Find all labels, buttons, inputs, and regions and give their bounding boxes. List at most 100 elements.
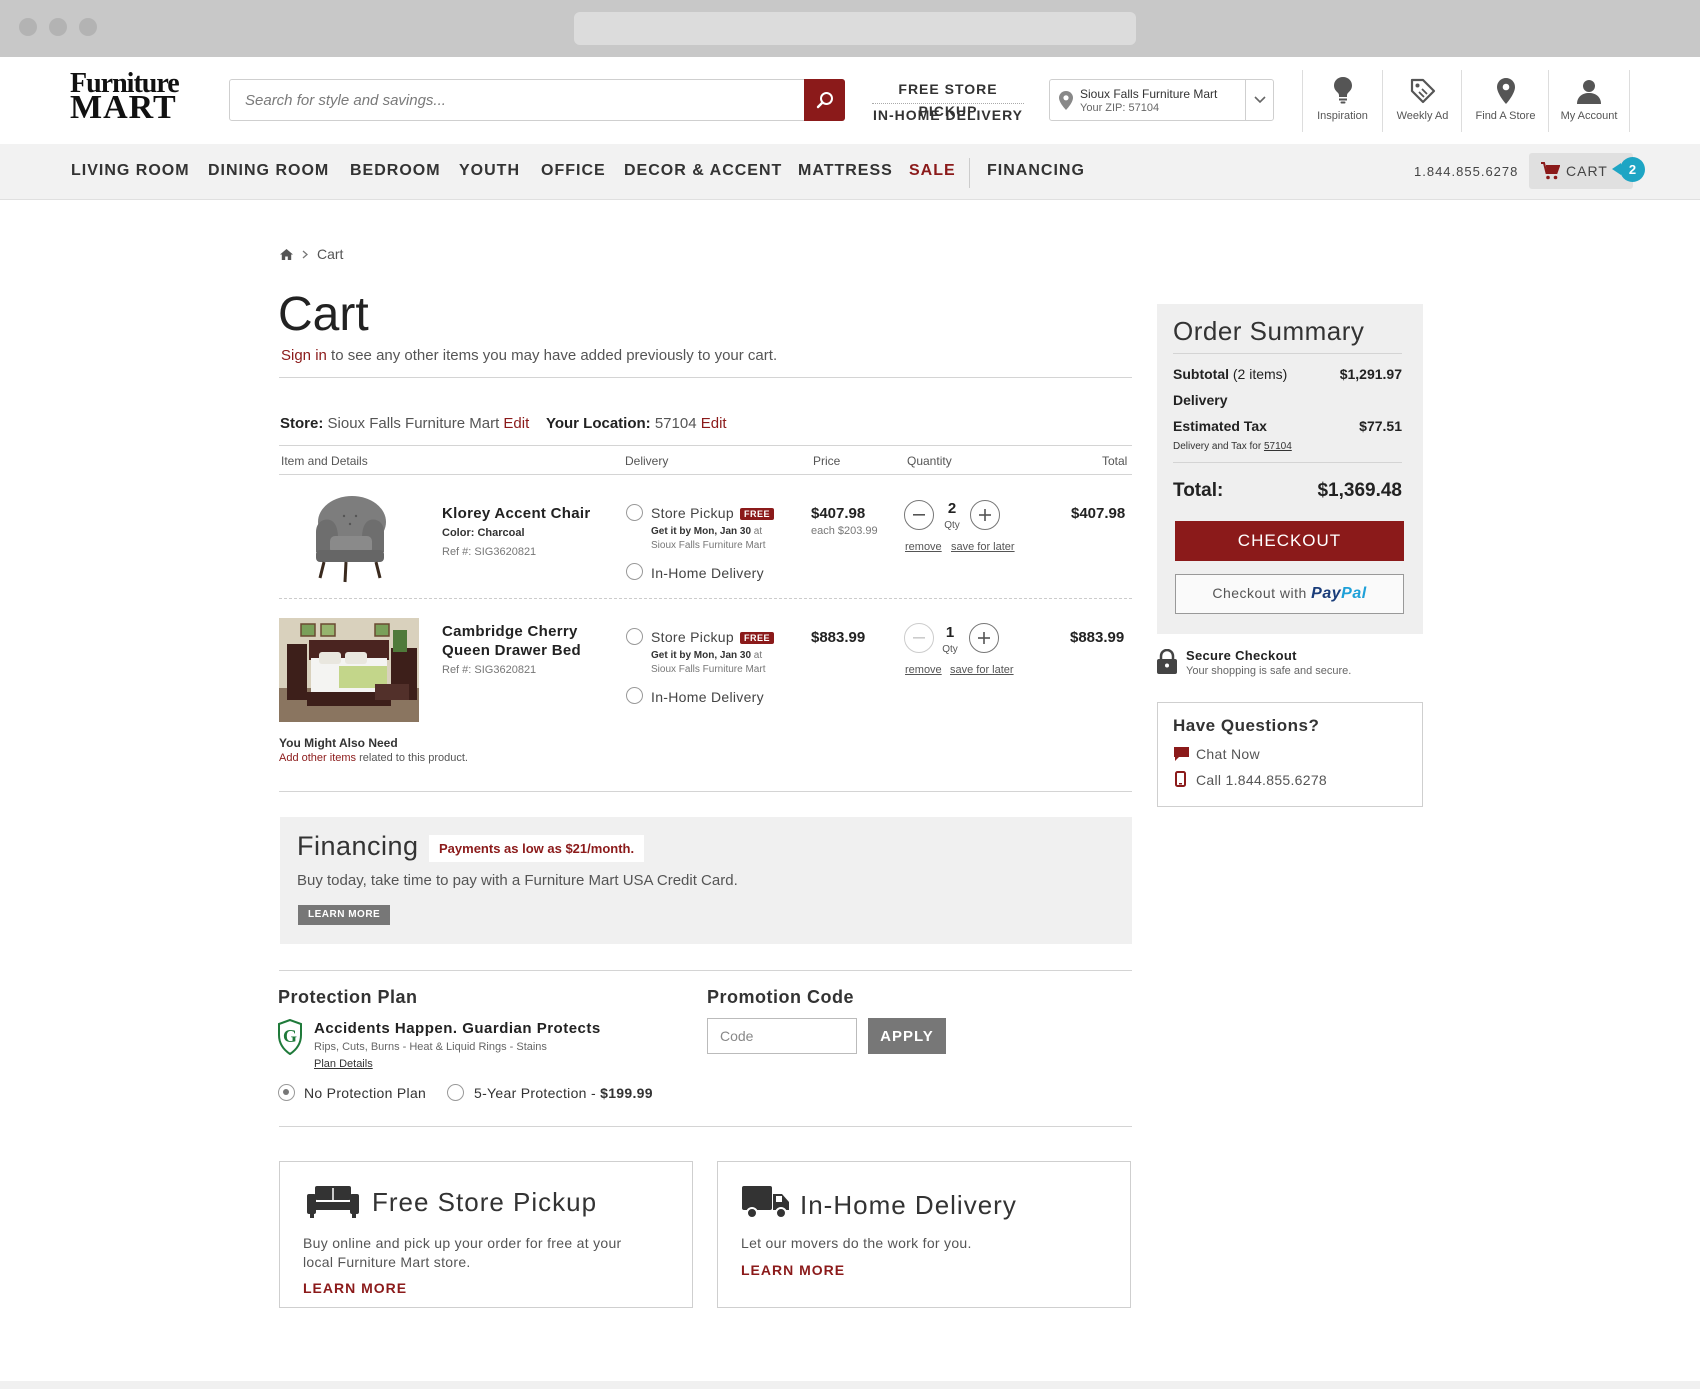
- col-header-total: Total: [1102, 454, 1128, 468]
- add-other-items-link[interactable]: Add other items: [279, 752, 356, 764]
- utility-find-store[interactable]: Find A Store: [1461, 70, 1549, 132]
- divider: [1173, 353, 1402, 354]
- qty-label: Qty: [944, 520, 960, 531]
- nav-youth[interactable]: YOUTH: [459, 162, 520, 180]
- window-minimize-dot[interactable]: [49, 18, 67, 36]
- promo-code-input[interactable]: [707, 1018, 857, 1054]
- also-need-text: Add other items related to this product.: [279, 752, 468, 764]
- call-link[interactable]: Call 1.844.855.6278: [1196, 772, 1327, 788]
- nav-divider: [969, 158, 970, 188]
- search-input[interactable]: [230, 80, 805, 120]
- in-home-delivery-learn-more[interactable]: LEARN MORE: [741, 1262, 845, 1278]
- chevron-down-icon: [1253, 96, 1266, 104]
- product-name[interactable]: Cambridge Cherry Queen Drawer Bed: [442, 622, 581, 660]
- qty-value[interactable]: 2: [940, 500, 964, 517]
- protection-headline: Accidents Happen. Guardian Protects: [314, 1020, 601, 1037]
- nav-financing[interactable]: FINANCING: [987, 162, 1085, 180]
- free-store-pickup-desc: Buy online and pick up your order for fr…: [303, 1235, 622, 1270]
- home-delivery-radio[interactable]: [626, 563, 643, 580]
- save-for-later-link[interactable]: save for later: [950, 664, 1014, 676]
- browser-chrome: [0, 0, 1700, 57]
- store-pickup-option: Store Pickup FREE: [651, 505, 774, 521]
- plus-icon: [978, 632, 990, 644]
- plan-details-link[interactable]: Plan Details: [314, 1058, 373, 1070]
- utility-my-account[interactable]: My Account: [1548, 70, 1630, 132]
- lock-icon: [1157, 649, 1177, 674]
- selected-zip: 57104: [654, 415, 697, 432]
- paypal-checkout-button[interactable]: Checkout with PayPal: [1175, 574, 1404, 614]
- nav-sale[interactable]: SALE: [909, 162, 956, 180]
- financing-offer-badge: Payments as low as $21/month.: [429, 835, 645, 862]
- edit-store-link[interactable]: Edit: [503, 415, 529, 432]
- financing-learn-more-button[interactable]: LEARN MORE: [298, 905, 391, 925]
- site-logo[interactable]: Furniture MART: [70, 70, 202, 125]
- save-for-later-link[interactable]: save for later: [951, 541, 1015, 553]
- item-price: $407.98: [811, 505, 866, 522]
- lightbulb-icon: [1333, 77, 1352, 104]
- free-store-pickup-title: Free Store Pickup: [372, 1187, 598, 1217]
- address-bar[interactable]: [574, 12, 1136, 45]
- tag-icon: [1410, 78, 1435, 104]
- in-home-delivery-link[interactable]: IN-HOME DELIVERY: [872, 104, 1024, 130]
- delivery-truck-icon: [742, 1186, 789, 1219]
- apply-promo-button[interactable]: APPLY: [868, 1018, 946, 1054]
- store-selector[interactable]: Sioux Falls Furniture Mart Your ZIP: 571…: [1049, 79, 1274, 121]
- protection-plan-title: Protection Plan: [278, 987, 418, 1007]
- home-delivery-radio[interactable]: [626, 687, 643, 704]
- sign-in-link[interactable]: Sign in: [281, 347, 327, 364]
- qty-decrease-button[interactable]: [904, 623, 934, 653]
- subtotal-row: Subtotal (2 items) $1,291.97: [1173, 366, 1402, 382]
- store-pickup-option: Store Pickup FREE: [651, 629, 774, 645]
- have-questions-title: Have Questions?: [1173, 716, 1320, 735]
- product-image-chair[interactable]: [300, 492, 400, 586]
- col-header-item: Item and Details: [281, 454, 368, 468]
- window-close-dot[interactable]: [19, 18, 37, 36]
- window-zoom-dot[interactable]: [79, 18, 97, 36]
- free-store-pickup-learn-more[interactable]: LEARN MORE: [303, 1280, 407, 1296]
- qty-increase-button[interactable]: [970, 500, 1000, 530]
- also-need-title: You Might Also Need: [279, 736, 398, 750]
- search-button[interactable]: [804, 79, 845, 121]
- guardian-shield-icon: G: [278, 1018, 302, 1056]
- nav-office[interactable]: OFFICE: [541, 162, 606, 180]
- map-pin-icon: [1496, 78, 1515, 104]
- nav-mattress[interactable]: MATTRESS: [798, 162, 893, 180]
- secure-checkout-title: Secure Checkout: [1186, 648, 1297, 663]
- accent-chair-image: [316, 496, 386, 583]
- home-icon[interactable]: [280, 248, 293, 260]
- fulfillment-links: FREE STORE PICKUP IN-HOME DELIVERY: [872, 78, 1024, 130]
- remove-link[interactable]: remove: [905, 541, 942, 553]
- five-year-protection-radio[interactable]: [447, 1084, 464, 1101]
- signin-prompt: Sign in to see any other items you may h…: [281, 347, 778, 364]
- qty-increase-button[interactable]: [969, 623, 999, 653]
- breadcrumb: Cart: [280, 246, 343, 262]
- no-protection-radio[interactable]: [278, 1084, 295, 1101]
- qty-value[interactable]: 1: [938, 624, 962, 641]
- product-name[interactable]: Klorey Accent Chair: [442, 505, 591, 522]
- selected-store: Sioux Falls Furniture Mart: [327, 415, 500, 432]
- divider: [1173, 462, 1402, 463]
- phone-number[interactable]: 1.844.855.6278: [1414, 164, 1518, 179]
- store-name: Sioux Falls Furniture Mart: [1080, 87, 1218, 101]
- free-store-pickup-card: Free Store Pickup Buy online and pick up…: [279, 1161, 693, 1308]
- pickup-store: Sioux Falls Furniture Mart: [651, 664, 766, 675]
- store-zip: Your ZIP: 57104: [1080, 102, 1160, 114]
- store-pickup-radio[interactable]: [626, 628, 643, 645]
- product-image-bed[interactable]: [279, 618, 419, 722]
- edit-location-link[interactable]: Edit: [701, 415, 727, 432]
- nav-living-room[interactable]: LIVING ROOM: [71, 162, 190, 180]
- tax-zip-link[interactable]: 57104: [1264, 441, 1292, 452]
- order-summary-title: Order Summary: [1173, 316, 1365, 346]
- store-pickup-radio[interactable]: [626, 504, 643, 521]
- qty-decrease-button[interactable]: [904, 500, 934, 530]
- nav-decor-accent[interactable]: DECOR & ACCENT: [624, 162, 782, 180]
- free-store-pickup-link[interactable]: FREE STORE PICKUP: [872, 78, 1024, 119]
- checkout-button[interactable]: CHECKOUT: [1175, 521, 1404, 561]
- utility-weekly-ad[interactable]: Weekly Ad: [1382, 70, 1462, 132]
- store-dropdown-toggle[interactable]: [1245, 80, 1273, 120]
- nav-dining-room[interactable]: DINING ROOM: [208, 162, 329, 180]
- remove-link[interactable]: remove: [905, 664, 942, 676]
- utility-inspiration[interactable]: Inspiration: [1302, 70, 1382, 132]
- nav-bedroom[interactable]: BEDROOM: [350, 162, 441, 180]
- chat-now-link[interactable]: Chat Now: [1196, 746, 1260, 762]
